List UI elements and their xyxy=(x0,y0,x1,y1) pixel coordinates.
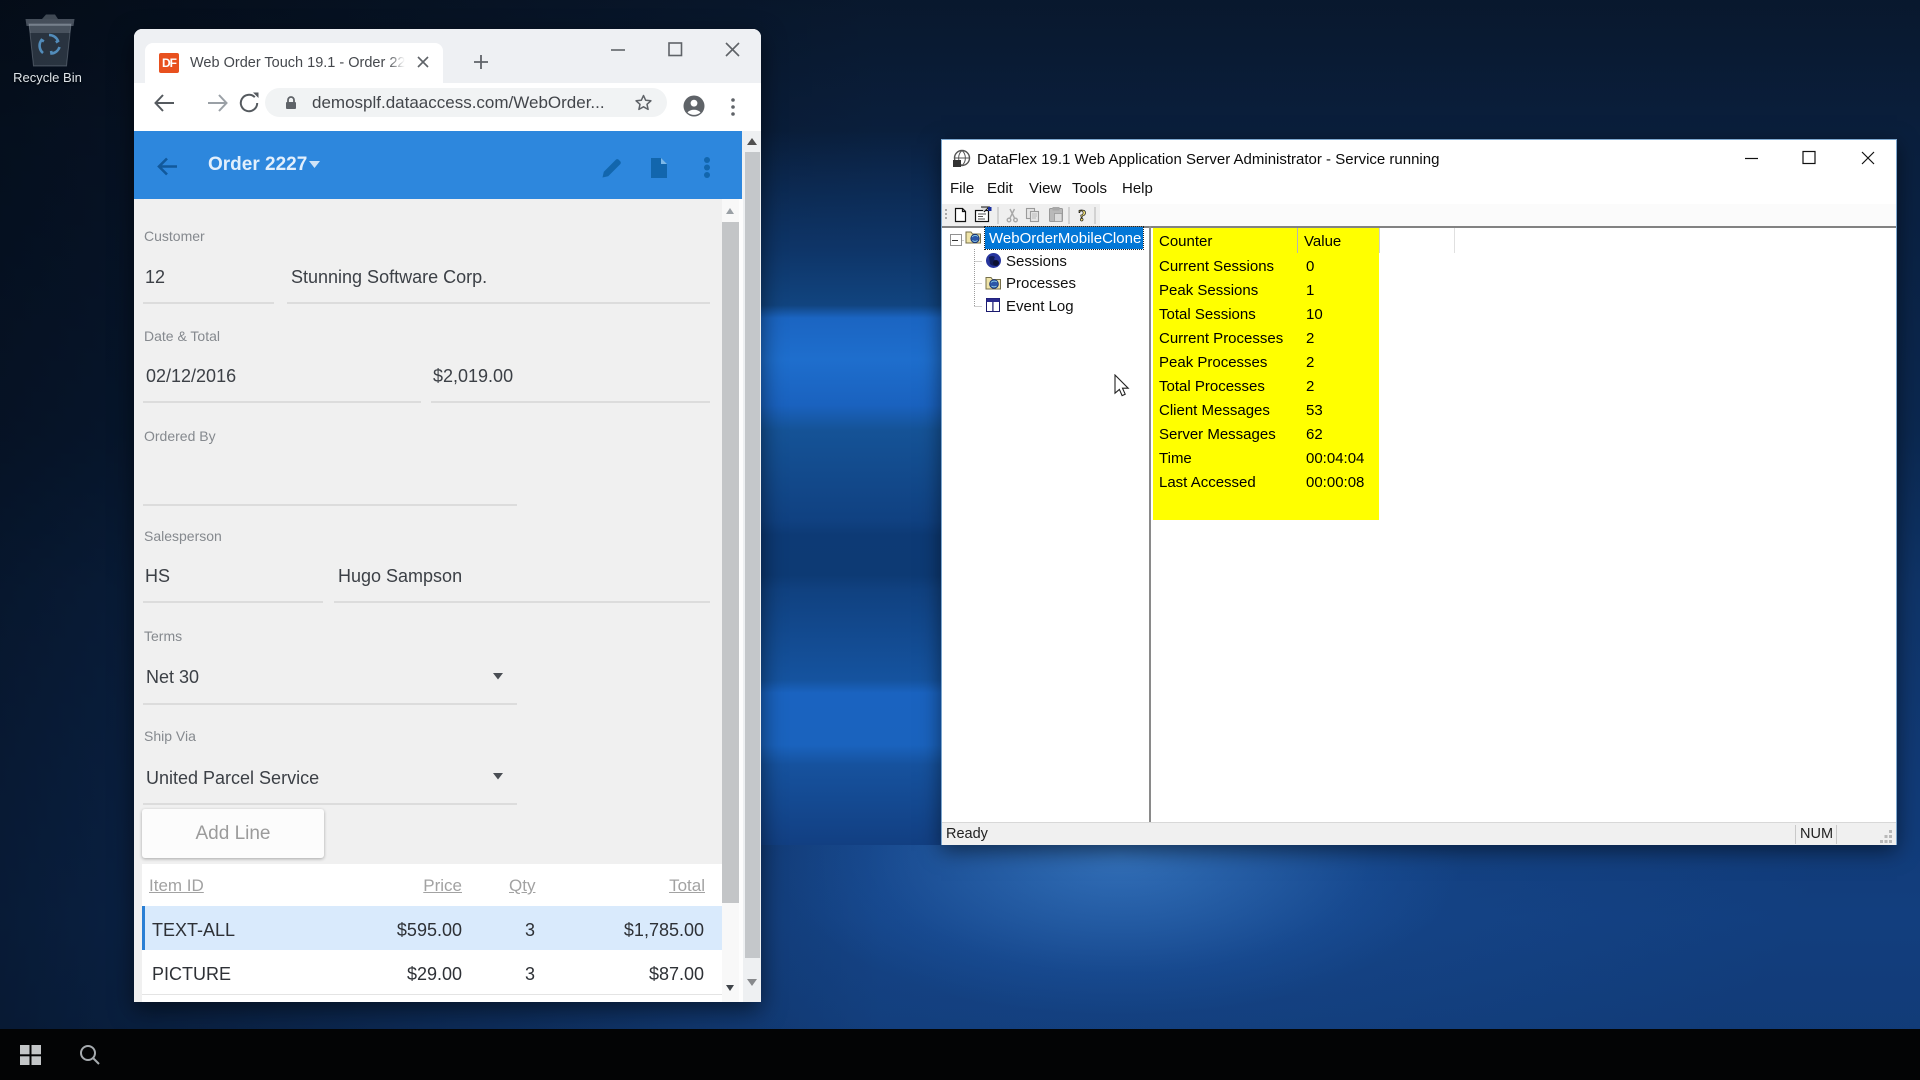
svg-text:?: ? xyxy=(1078,206,1087,225)
